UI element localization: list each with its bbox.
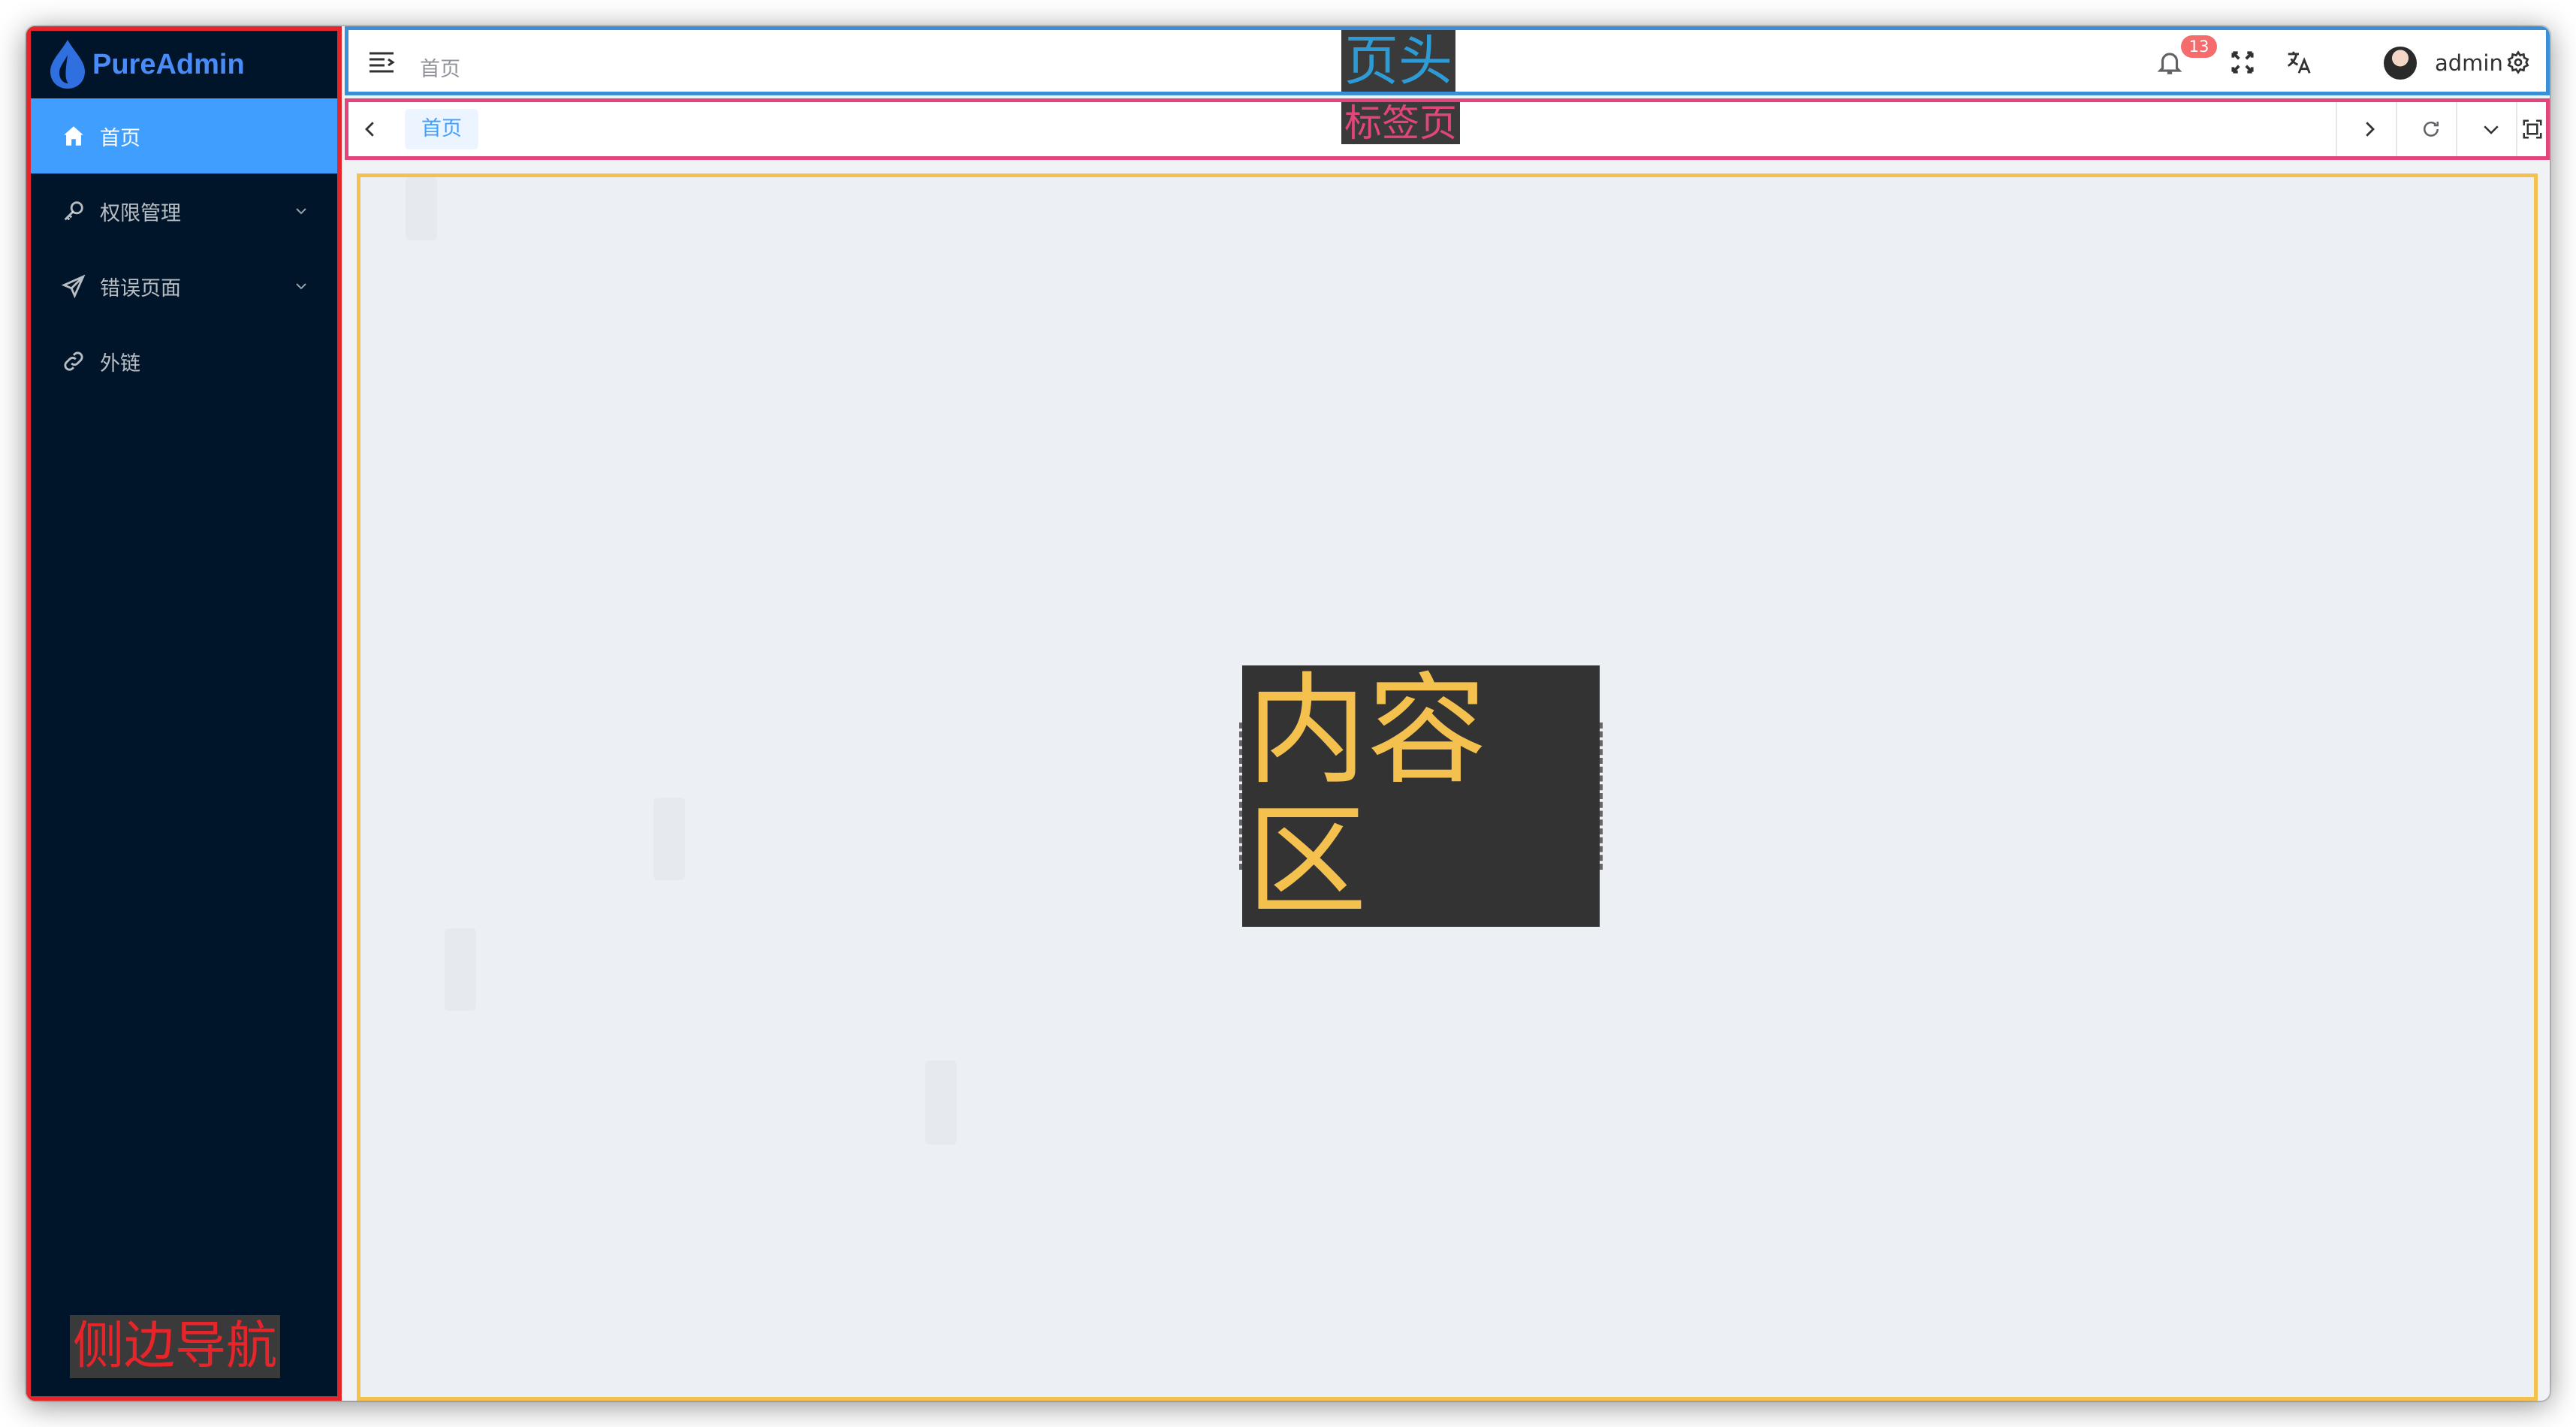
gear-icon[interactable] [2506, 50, 2530, 74]
breadcrumb[interactable]: 首页 [420, 53, 460, 82]
logo[interactable]: PureAdmin [31, 31, 337, 98]
chevron-down-icon[interactable] [2480, 118, 2502, 140]
tag-home[interactable]: 首页 [405, 109, 478, 149]
tags-bar: 首页 标签页 [345, 98, 2550, 160]
divider [2456, 102, 2457, 156]
sidebar-item-label: 首页 [100, 126, 140, 150]
placeholder-bar [445, 928, 476, 1011]
sidebar-menu: 首页 权限管理 错误页面 外链 [31, 98, 337, 399]
content-region-label: 内容区 [1242, 665, 1600, 927]
app-window: PureAdmin 首页 权限管理 错误页面 外链 侧边导航 首页 页头 13 … [26, 26, 2550, 1401]
logo-text: PureAdmin [92, 48, 245, 80]
refresh-icon[interactable] [2420, 118, 2442, 140]
sidebar-item-label: 错误页面 [100, 276, 181, 300]
sidebar-item-home[interactable]: 首页 [31, 98, 337, 173]
avatar[interactable] [2384, 47, 2417, 80]
key-icon [64, 201, 83, 221]
fullscreen-icon[interactable] [2228, 48, 2257, 77]
tags-region-label: 标签页 [1341, 102, 1460, 144]
send-icon [61, 274, 86, 299]
sidebar-item-label: 外链 [100, 351, 140, 376]
placeholder-bar [925, 1060, 957, 1145]
sidebar-nav: PureAdmin 首页 权限管理 错误页面 外链 侧边导航 [26, 26, 342, 1401]
link-icon [64, 351, 83, 371]
bell-icon[interactable] [2155, 48, 2184, 77]
sidebar-item-error-pages[interactable]: 错误页面 [31, 249, 337, 324]
fit-screen-icon[interactable] [2521, 118, 2544, 140]
notification-badge: 13 [2181, 35, 2217, 58]
home-icon [64, 126, 83, 146]
chevron-right-icon[interactable] [2358, 118, 2381, 140]
chevron-left-icon[interactable] [359, 118, 382, 140]
divider [2516, 102, 2517, 156]
placeholder-bar [406, 177, 437, 240]
username[interactable]: admin [2435, 50, 2503, 76]
chevron-down-icon [296, 283, 306, 290]
content-region-box: 内容区 [1239, 665, 1603, 927]
translate-icon[interactable] [2285, 48, 2313, 77]
divider [2396, 102, 2397, 156]
placeholder-bar [653, 798, 685, 880]
sidebar-item-permission[interactable]: 权限管理 [31, 173, 337, 249]
menu-collapse-icon[interactable] [368, 50, 395, 75]
content-area: 内容区 [357, 173, 2538, 1401]
header-region-label: 页头 [1341, 30, 1456, 92]
sidebar-item-label: 权限管理 [100, 201, 181, 225]
sidebar-region-label: 侧边导航 [70, 1315, 281, 1378]
drop-logo-icon [50, 40, 85, 89]
header: 首页 页头 13 admin [345, 26, 2550, 95]
chevron-down-icon [296, 208, 306, 215]
divider [2336, 102, 2337, 156]
sidebar-item-external-link[interactable]: 外链 [31, 324, 337, 399]
